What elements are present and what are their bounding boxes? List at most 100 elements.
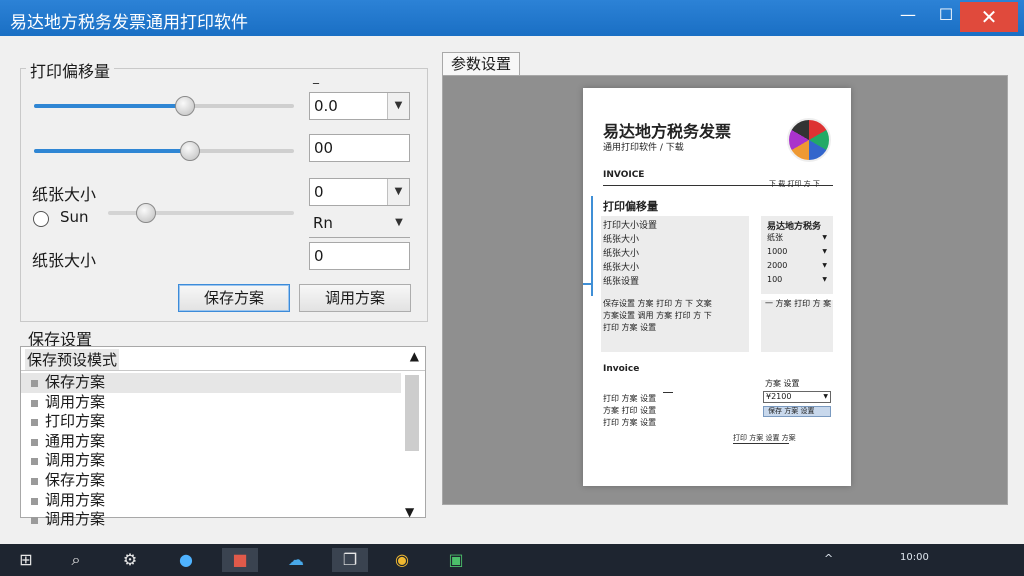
guide-vertical <box>591 196 593 296</box>
list-item-label: 保存方案 <box>45 470 106 489</box>
save-scheme-button[interactable]: 保存方案 <box>178 284 290 312</box>
list-item[interactable]: 调用方案 <box>21 451 401 471</box>
tax-logo-icon <box>787 118 831 162</box>
list-item-label: 调用方案 <box>45 392 106 411</box>
offset-slider-3-thumb[interactable] <box>136 203 156 223</box>
paper-size-select-value: 0 <box>314 183 324 201</box>
list-item-label: 调用方案 <box>45 490 106 509</box>
offset-input-2[interactable]: 00 <box>309 134 410 162</box>
paper-subtitle: 通用打印软件 / 下载 <box>603 143 684 153</box>
chevron-down-icon[interactable]: ▼ <box>387 179 409 205</box>
invoice-paper: 易达地方税务发票 通用打印软件 / 下载 INVOICE 下 载 打印 方 下 … <box>583 88 851 486</box>
units-select[interactable]: Rn ▼ <box>309 210 410 238</box>
window-title: 易达地方税务发票通用打印软件 <box>10 13 248 33</box>
chrome-icon[interactable]: ◉ <box>384 548 420 572</box>
paper-right-row-value: 纸张 <box>767 233 783 242</box>
paper-right-select-value: ¥2100 <box>766 392 792 401</box>
offset-input-2-value: 00 <box>314 139 334 157</box>
paper-row-text: 纸张大小 <box>603 235 640 245</box>
paper-row-text: 打印大小设置 <box>603 221 658 231</box>
paper-size-label-1: 纸张大小 <box>32 185 97 204</box>
app-window: 易达地方税务发票通用打印软件 — ☐ ✕ 打印偏移量 _ 0.0 ▼ 00 纸张… <box>0 0 1024 576</box>
app-icon[interactable]: ▣ <box>438 548 474 572</box>
list-item[interactable]: 调用方案 <box>21 393 401 413</box>
chevron-down-icon: ▼ <box>822 276 827 283</box>
bullet-icon <box>31 517 38 525</box>
bullet-icon <box>31 438 38 446</box>
offset-slider-1[interactable] <box>34 96 294 116</box>
preset-list-items: 保存方案 调用方案 打印方案 通用方案 调用方案 保存方案 调用方案 调用方案 <box>21 373 401 530</box>
close-button[interactable]: ✕ <box>960 2 1018 32</box>
taskview-icon[interactable]: ❐ <box>332 548 368 572</box>
paper-size-label-2: 纸张大小 <box>32 251 97 270</box>
paper-right-note: 一 方案 打印 方 案 <box>765 299 832 308</box>
store-icon[interactable]: ■ <box>222 548 258 572</box>
offset-dash: _ <box>313 70 319 84</box>
bullet-icon <box>31 380 38 387</box>
offset-slider-2[interactable] <box>34 141 294 161</box>
paper-row-text: 纸张大小 <box>603 249 640 259</box>
settings-icon[interactable]: ⚙ <box>112 548 148 572</box>
paper-size-input-value: 0 <box>314 247 324 265</box>
paper-right-heading: 易达地方税务 <box>767 222 822 232</box>
preset-list-header: 保存预设模式 ▲ <box>21 347 425 371</box>
list-item[interactable]: 保存方案 <box>21 471 401 491</box>
windows-icon[interactable]: ⊞ <box>8 548 44 572</box>
paper-row-text: 打印 方案 设置 <box>603 394 657 403</box>
bullet-icon <box>31 399 38 407</box>
offset-slider-1-thumb[interactable] <box>175 96 195 116</box>
chevron-up-icon[interactable]: ▲ <box>410 349 419 363</box>
chevron-down-icon: ▼ <box>822 262 827 269</box>
paper-offset-heading: 打印偏移量 <box>603 200 658 213</box>
paper-size-input[interactable]: 0 <box>309 242 410 270</box>
list-scrollbar-thumb[interactable] <box>405 375 419 451</box>
load-scheme-button[interactable]: 调用方案 <box>299 284 411 312</box>
paper-right-row-value: 100 <box>767 275 783 284</box>
search-icon[interactable]: ⌕ <box>58 548 94 572</box>
offset-slider-2-thumb[interactable] <box>180 141 200 161</box>
list-item[interactable]: 打印方案 <box>21 412 401 432</box>
preset-list-header-label: 保存预设模式 <box>25 349 120 370</box>
paper-footer-line <box>733 443 789 444</box>
paper-right-row: 100 ▼ <box>765 275 829 287</box>
paper-row-text: 打印 方案 设置 <box>603 418 657 427</box>
list-item[interactable]: 保存方案 <box>21 373 401 393</box>
tab-parameter-settings[interactable]: 参数设置 <box>442 52 520 76</box>
list-item[interactable]: 调用方案 <box>21 491 401 511</box>
tray-clock[interactable]: 10:00 <box>900 552 929 563</box>
tray-expand-icon[interactable]: ^ <box>824 552 833 565</box>
paper-right-row: 2000 ▼ <box>765 261 829 273</box>
list-item-label: 调用方案 <box>45 510 106 529</box>
edge-icon[interactable]: ● <box>168 548 204 572</box>
guide-horizontal <box>583 283 593 285</box>
paper-row-text: 方案设置 调用 方案 打印 方 下 <box>603 311 712 320</box>
paper-row-text: 保存设置 方案 打印 方 下 文案 <box>603 299 712 308</box>
paper-size-select[interactable]: 0 ▼ <box>309 178 410 206</box>
size-radio[interactable] <box>33 211 49 227</box>
list-item[interactable]: 通用方案 <box>21 432 401 452</box>
offset-slider-3[interactable] <box>108 203 294 223</box>
paper-row-text: 方案 打印 设置 <box>603 406 657 415</box>
paper-row-text: 纸张设置 <box>603 277 640 287</box>
chevron-down-icon[interactable]: ▼ <box>388 210 410 236</box>
taskbar: ⊞ ⌕ ⚙ ● ■ ☁ ❐ ◉ ▣ ^ 10:00 <box>0 544 1024 576</box>
chevron-down-icon[interactable]: ▼ <box>405 505 414 519</box>
list-item-label: 通用方案 <box>45 431 106 450</box>
offset-slider-2-fill <box>34 149 190 153</box>
title-bar: 易达地方税务发票通用打印软件 — ☐ ✕ <box>0 0 1024 36</box>
offset-select-1[interactable]: 0.0 ▼ <box>309 92 410 120</box>
paper-title: 易达地方税务发票 <box>603 122 732 141</box>
preset-listbox[interactable]: 保存预设模式 ▲ 保存方案 调用方案 打印方案 通用方案 调用方案 保存方案 调用方案 调用方… <box>20 346 426 528</box>
chevron-down-icon: ▼ <box>822 234 827 241</box>
list-item-label: 调用方案 <box>45 451 106 470</box>
paper-short-line <box>663 392 673 393</box>
cloud-icon[interactable]: ☁ <box>278 548 314 572</box>
print-preview-area: 易达地方税务发票 通用打印软件 / 下载 INVOICE 下 载 打印 方 下 … <box>442 75 1008 505</box>
list-item[interactable]: 调用方案 <box>21 510 401 530</box>
chevron-down-icon: ▼ <box>823 393 828 400</box>
list-scrollbar[interactable]: ▼ <box>403 373 421 519</box>
paper-invoice-label: Invoice <box>603 364 640 374</box>
paper-row-text: 纸张大小 <box>603 263 640 273</box>
paper-row-text: 打印 方案 设置 <box>603 323 657 332</box>
chevron-down-icon[interactable]: ▼ <box>387 93 409 119</box>
